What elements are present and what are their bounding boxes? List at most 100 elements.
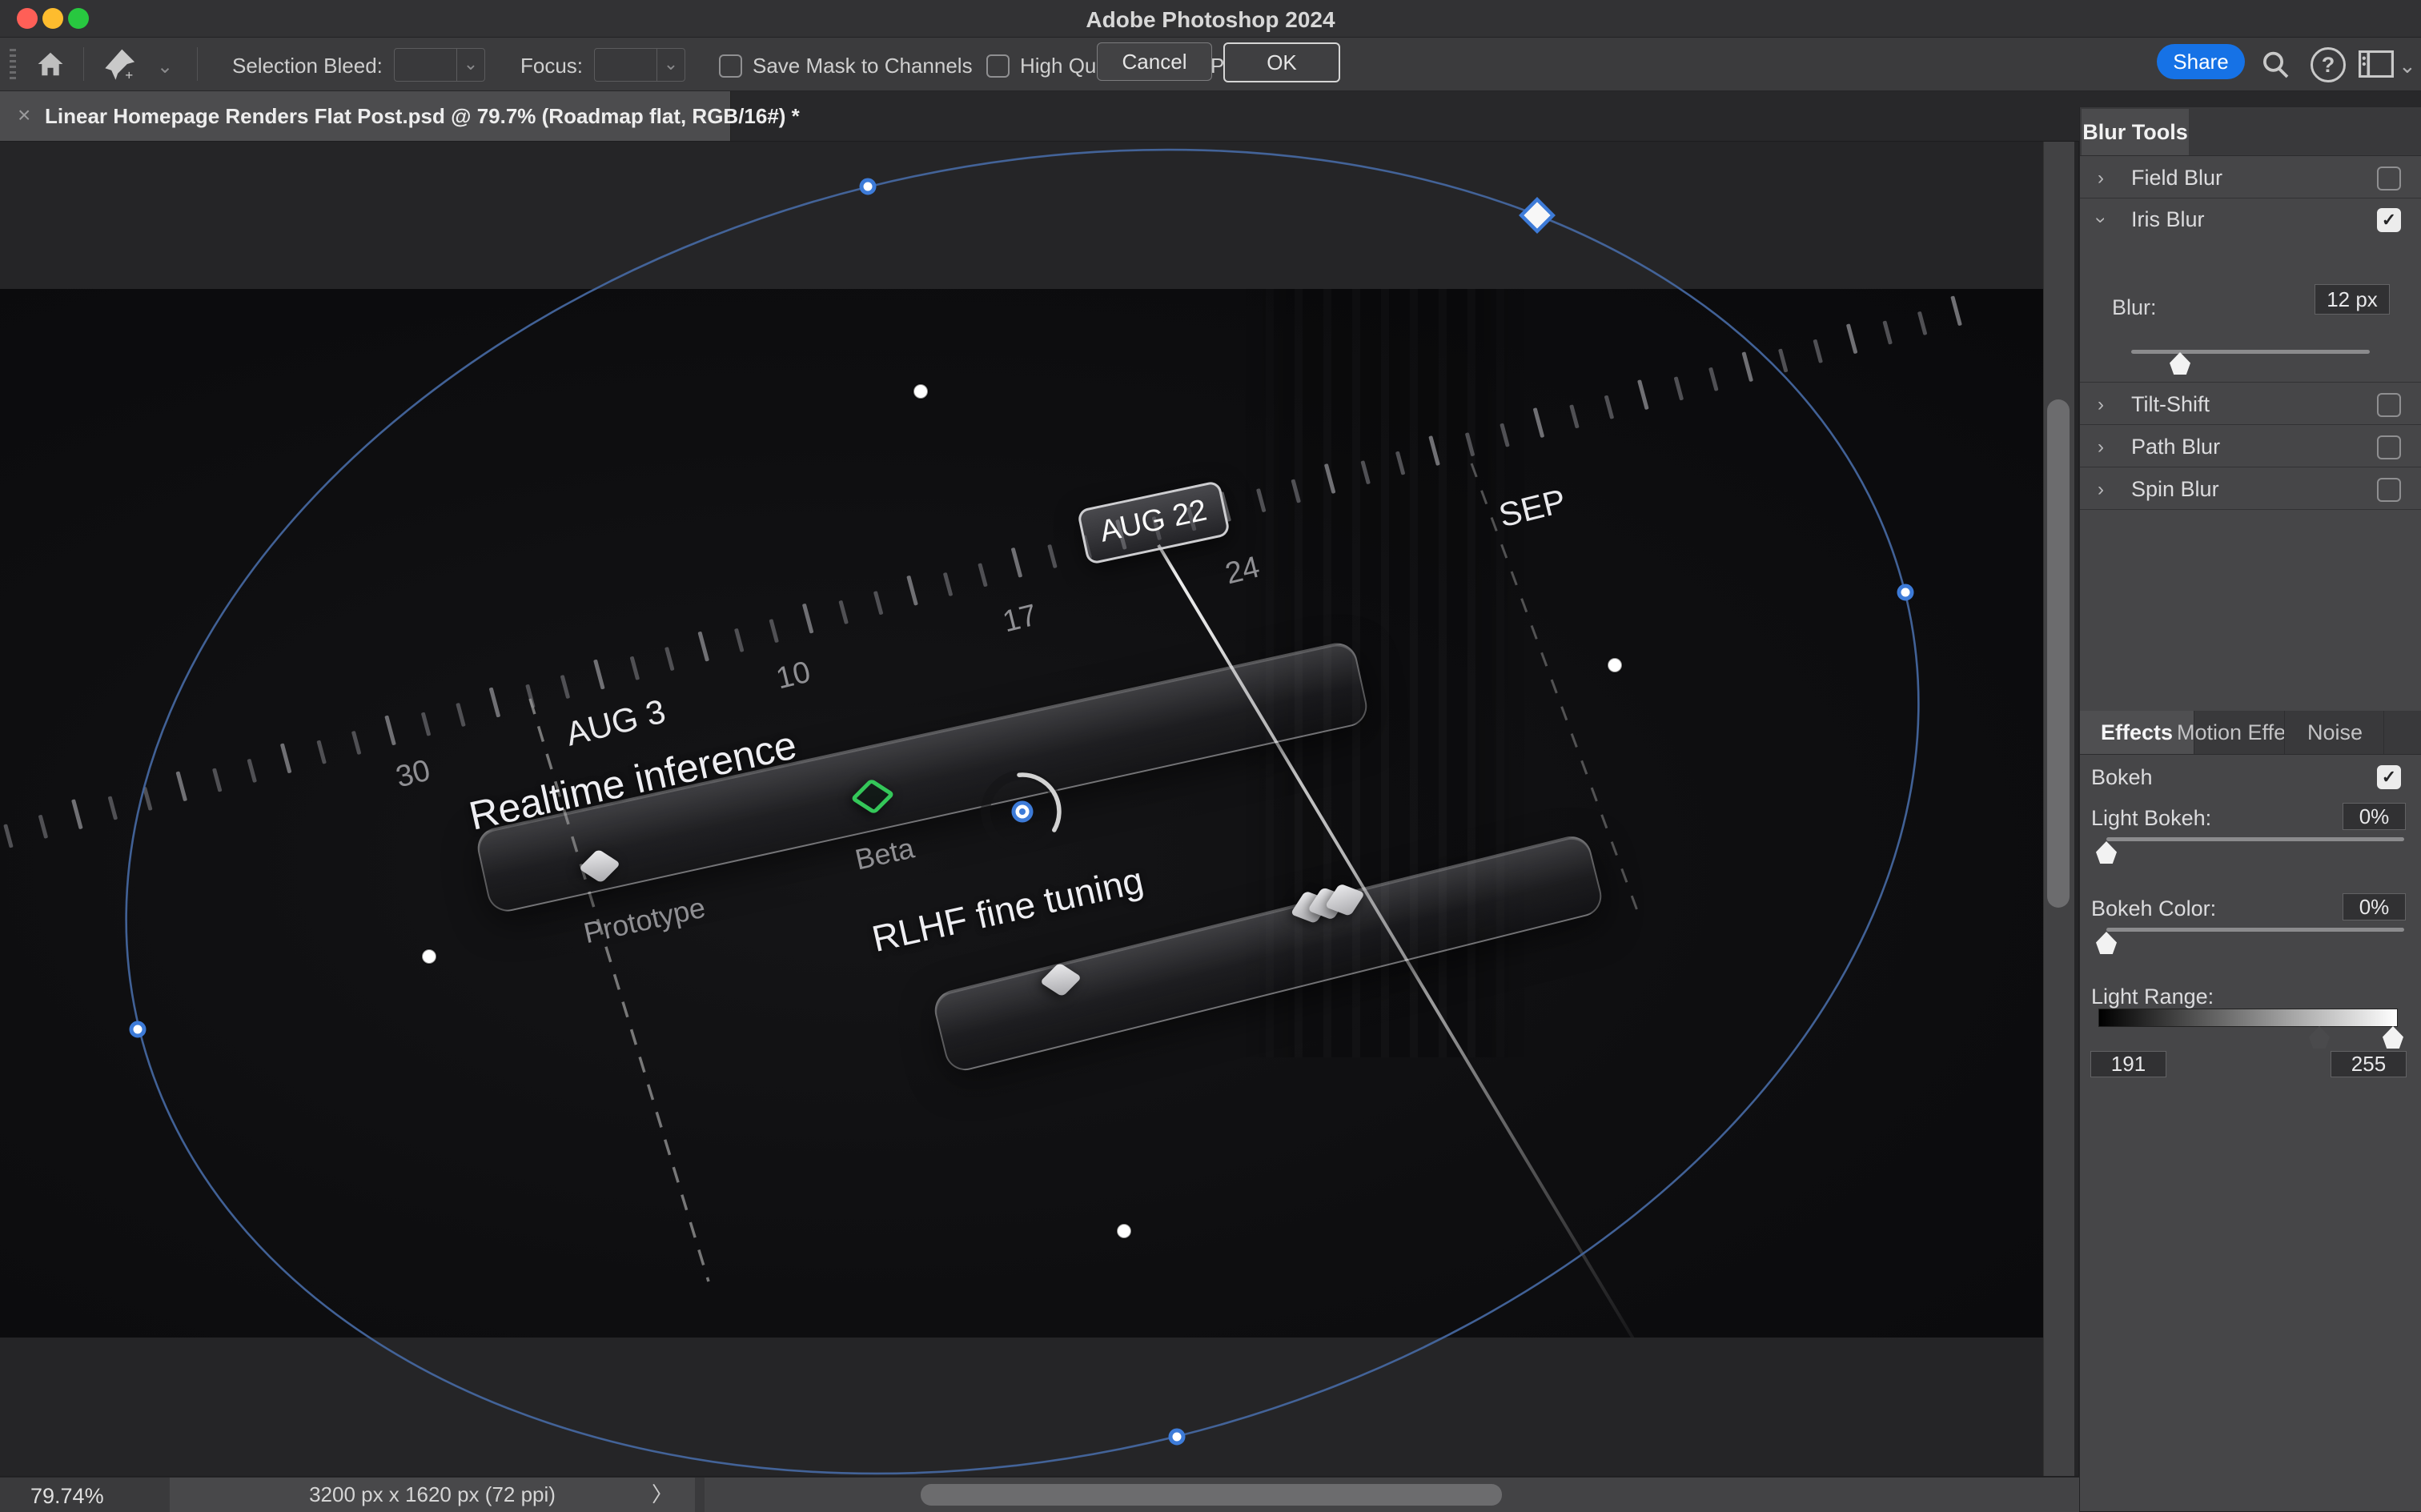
blur-slider-thumb[interactable] <box>2170 352 2190 375</box>
focus-dropdown[interactable]: ⌄ <box>594 48 685 82</box>
document-tab-bar: × Linear Homepage Renders Flat Post.psd … <box>0 91 2421 142</box>
document-info[interactable]: 3200 px x 1620 px (72 ppi) 〉 <box>170 1478 695 1512</box>
tool-label: Iris Blur <box>2131 207 2205 232</box>
blur-gallery-panel: Blur Tools › Field Blur › Iris Blur ✓ Bl… <box>2079 107 2421 1511</box>
selection-bleed-dropdown[interactable]: ⌄ <box>394 48 485 82</box>
panel-drag-handle[interactable] <box>10 49 16 79</box>
workspace-chevron-icon[interactable]: ⌄ <box>2399 54 2416 78</box>
canvas-area[interactable]: 30 AUG 3 10 17 24 SEP AUG 22 Realtime in… <box>0 142 2078 1476</box>
iris-feather-handle[interactable] <box>913 384 928 399</box>
horizontal-scrollbar[interactable] <box>705 1478 2079 1512</box>
iris-ellipse-handle[interactable] <box>861 180 874 193</box>
tool-label: Field Blur <box>2131 166 2222 191</box>
document-tab-title: Linear Homepage Renders Flat Post.psd @ … <box>45 104 800 129</box>
iris-roundness-handle[interactable] <box>1521 199 1553 231</box>
bokeh-checkbox[interactable]: ✓ <box>2377 765 2401 789</box>
iris-feather-handle[interactable] <box>1608 658 1622 672</box>
blur-amount-value[interactable]: 12 px <box>2315 284 2390 315</box>
blur-slider-track[interactable] <box>2131 350 2370 354</box>
spin-blur-checkbox[interactable] <box>2377 478 2401 502</box>
tab-noise[interactable]: Noise <box>2286 711 2384 754</box>
iris-blur-overlay <box>0 142 2078 1476</box>
home-icon[interactable] <box>35 49 66 79</box>
tool-row-iris-blur[interactable]: › Iris Blur ✓ Blur: 12 px <box>2080 198 2421 383</box>
separator <box>83 47 84 81</box>
selection-bleed-value <box>395 49 456 81</box>
light-range-max-thumb[interactable] <box>2383 1026 2403 1049</box>
save-mask-label: Save Mask to Channels <box>753 54 973 78</box>
light-range-label: Light Range: <box>2091 985 2214 1009</box>
workspace-icon[interactable] <box>2359 50 2394 78</box>
selection-bleed-label: Selection Bleed: <box>232 54 383 78</box>
chevron-right-icon[interactable]: › <box>2098 479 2104 501</box>
light-range-min-value[interactable]: 191 <box>2090 1051 2166 1077</box>
chevron-down-icon[interactable]: › <box>2090 217 2112 223</box>
iris-ellipse-handle[interactable] <box>1170 1430 1183 1443</box>
tilt-shift-checkbox[interactable] <box>2377 393 2401 417</box>
iris-ellipse-handle[interactable] <box>1899 586 1912 599</box>
high-quality-checkbox[interactable] <box>986 54 1010 78</box>
tool-chevron-down-icon[interactable]: ⌄ <box>157 55 173 78</box>
iris-ellipse-handle[interactable] <box>131 1023 144 1036</box>
tool-label: Spin Blur <box>2131 477 2219 502</box>
tab-close-icon[interactable]: × <box>18 102 30 128</box>
tool-row-tilt-shift[interactable]: › Tilt-Shift <box>2080 383 2421 425</box>
light-range-max-value[interactable]: 255 <box>2331 1051 2407 1077</box>
iris-center-pin-dot <box>1019 808 1026 815</box>
focus-value <box>595 49 656 81</box>
light-bokeh-slider-thumb[interactable] <box>2096 841 2117 864</box>
light-bokeh-slider-track[interactable] <box>2106 837 2404 841</box>
share-button[interactable]: Share <box>2157 44 2245 79</box>
effects-tab-strip: Effects Motion Effects Noise <box>2080 711 2421 755</box>
chevron-down-icon: ⌄ <box>456 49 484 81</box>
chevron-right-icon: 〉 <box>652 1478 672 1512</box>
field-blur-checkbox[interactable] <box>2377 166 2401 191</box>
blur-tools-tab-strip: Blur Tools <box>2080 107 2421 156</box>
svg-text:+: + <box>125 68 133 81</box>
bokeh-label: Bokeh <box>2091 765 2153 790</box>
tool-row-spin-blur[interactable]: › Spin Blur <box>2080 467 2421 510</box>
tool-label: Path Blur <box>2131 435 2220 459</box>
blur-amount-label: Blur: <box>2112 295 2157 320</box>
iris-blur-checkbox[interactable]: ✓ <box>2377 208 2401 232</box>
document-tab[interactable]: × Linear Homepage Renders Flat Post.psd … <box>0 91 731 141</box>
bokeh-color-value[interactable]: 0% <box>2343 893 2406 920</box>
chevron-down-icon: ⌄ <box>656 49 685 81</box>
light-bokeh-value[interactable]: 0% <box>2343 803 2406 830</box>
ok-button[interactable]: OK <box>1223 42 1340 82</box>
titlebar: Adobe Photoshop 2024 <box>0 0 2421 38</box>
path-blur-checkbox[interactable] <box>2377 435 2401 459</box>
tab-motion-effects[interactable]: Motion Effects <box>2158 711 2285 754</box>
zoom-level[interactable]: 79.74% <box>30 1484 104 1509</box>
chevron-right-icon[interactable]: › <box>2098 394 2104 416</box>
chevron-right-icon[interactable]: › <box>2098 167 2104 190</box>
tool-row-path-blur[interactable]: › Path Blur <box>2080 425 2421 467</box>
tool-label: Tilt-Shift <box>2131 392 2210 417</box>
light-bokeh-label: Light Bokeh: <box>2091 806 2211 831</box>
check-icon: ✓ <box>2382 210 2396 230</box>
cancel-button[interactable]: Cancel <box>1097 42 1212 81</box>
focus-label: Focus: <box>520 54 583 78</box>
light-range-gradient <box>2098 1009 2398 1027</box>
vertical-scrollbar-thumb[interactable] <box>2047 399 2070 908</box>
light-range-min-thumb[interactable] <box>2309 1026 2330 1049</box>
bokeh-color-slider-thumb[interactable] <box>2096 932 2117 954</box>
help-icon[interactable]: ? <box>2311 47 2346 82</box>
bokeh-color-slider-track[interactable] <box>2106 928 2404 932</box>
separator <box>197 47 198 81</box>
tool-row-field-blur[interactable]: › Field Blur <box>2080 156 2421 199</box>
app-title: Adobe Photoshop 2024 <box>0 7 2421 33</box>
search-icon[interactable] <box>2259 49 2291 81</box>
bokeh-color-label: Bokeh Color: <box>2091 896 2216 921</box>
vertical-scrollbar[interactable] <box>2043 142 2074 1476</box>
document-info-text: 3200 px x 1620 px (72 ppi) <box>309 1482 556 1506</box>
options-bar: + ⌄ Selection Bleed: ⌄ Focus: ⌄ Save Mas… <box>0 38 2421 91</box>
chevron-right-icon[interactable]: › <box>2098 436 2104 459</box>
iris-blur-tool-icon[interactable]: + <box>104 47 138 81</box>
status-bar: 79.74% 3200 px x 1620 px (72 ppi) 〉 <box>0 1477 2079 1512</box>
save-mask-checkbox[interactable] <box>719 54 742 78</box>
iris-feather-handle[interactable] <box>422 949 436 964</box>
horizontal-scrollbar-thumb[interactable] <box>921 1484 1502 1506</box>
iris-feather-handle[interactable] <box>1117 1224 1131 1238</box>
blur-tools-tab[interactable]: Blur Tools <box>2082 109 2189 155</box>
